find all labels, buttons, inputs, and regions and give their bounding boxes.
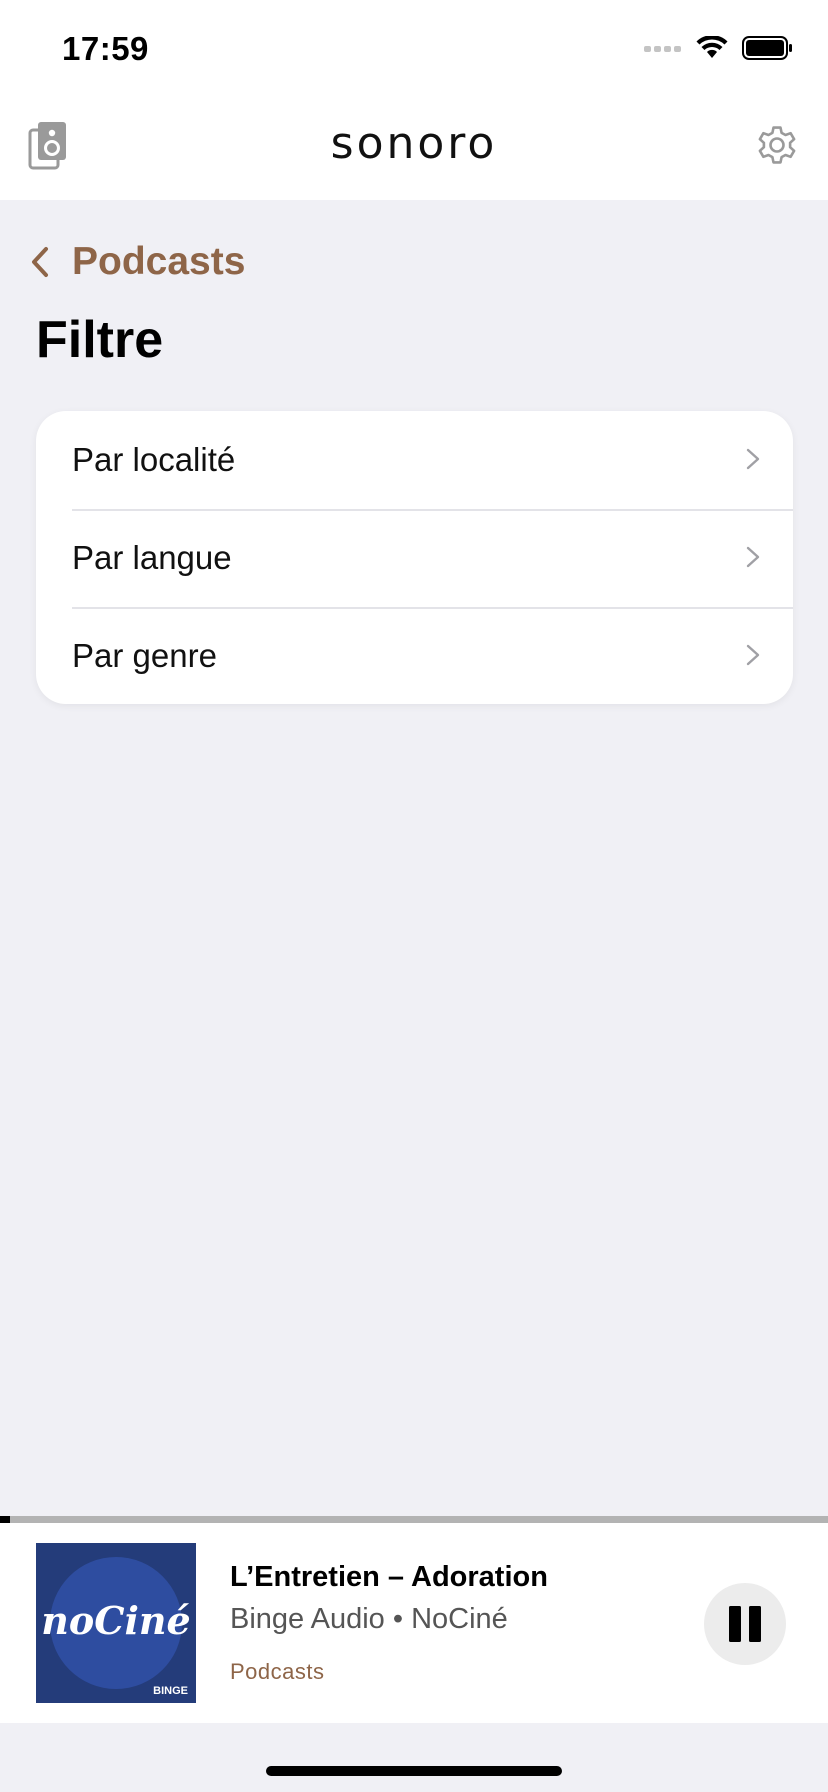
filter-label: Par localité	[72, 441, 236, 478]
playback-progress-bar[interactable]	[0, 1516, 828, 1523]
bottom-safe-area	[0, 1723, 828, 1792]
settings-button[interactable]	[754, 122, 800, 168]
status-icons	[644, 36, 794, 60]
battery-icon	[742, 36, 792, 60]
filter-row-language[interactable]: Par langue	[36, 509, 793, 607]
artwork-badge: BINGE	[153, 1685, 188, 1697]
podcast-artwork: noCiné BINGE	[36, 1543, 196, 1703]
brand-logo: sonoro	[330, 118, 498, 169]
cellular-signal-icon	[644, 46, 681, 52]
mini-player[interactable]: noCiné BINGE L’Entretien – Adoration Bin…	[0, 1523, 828, 1723]
filter-label: Par genre	[72, 637, 217, 674]
pause-button[interactable]	[704, 1583, 786, 1665]
gear-icon	[758, 126, 796, 164]
page-title: Filtre	[36, 311, 164, 369]
status-bar: 17:59	[0, 0, 828, 100]
back-button[interactable]: Podcasts	[30, 240, 245, 284]
filter-row-location[interactable]: Par localité	[36, 411, 793, 509]
chevron-right-icon	[746, 448, 760, 470]
app-header: sonoro	[0, 100, 828, 200]
chevron-left-icon	[32, 247, 48, 277]
track-source: Podcasts	[230, 1659, 325, 1684]
chevron-right-icon	[746, 644, 760, 666]
filter-list: Par localité Par langue Par genre	[36, 411, 793, 704]
chevron-right-icon	[746, 546, 760, 568]
track-subtitle: Binge Audio • NoCiné	[230, 1603, 508, 1635]
artwork-logo-text: noCiné	[41, 1598, 191, 1643]
filter-row-genre[interactable]: Par genre	[36, 607, 793, 704]
playback-progress-fill	[0, 1516, 10, 1523]
filter-label: Par langue	[72, 539, 232, 576]
back-label: Podcasts	[72, 240, 246, 283]
status-time: 17:59	[62, 30, 149, 67]
pause-icon	[729, 1606, 761, 1642]
home-indicator[interactable]	[266, 1766, 562, 1776]
wifi-icon	[696, 36, 728, 58]
track-title: L’Entretien – Adoration	[230, 1561, 548, 1593]
